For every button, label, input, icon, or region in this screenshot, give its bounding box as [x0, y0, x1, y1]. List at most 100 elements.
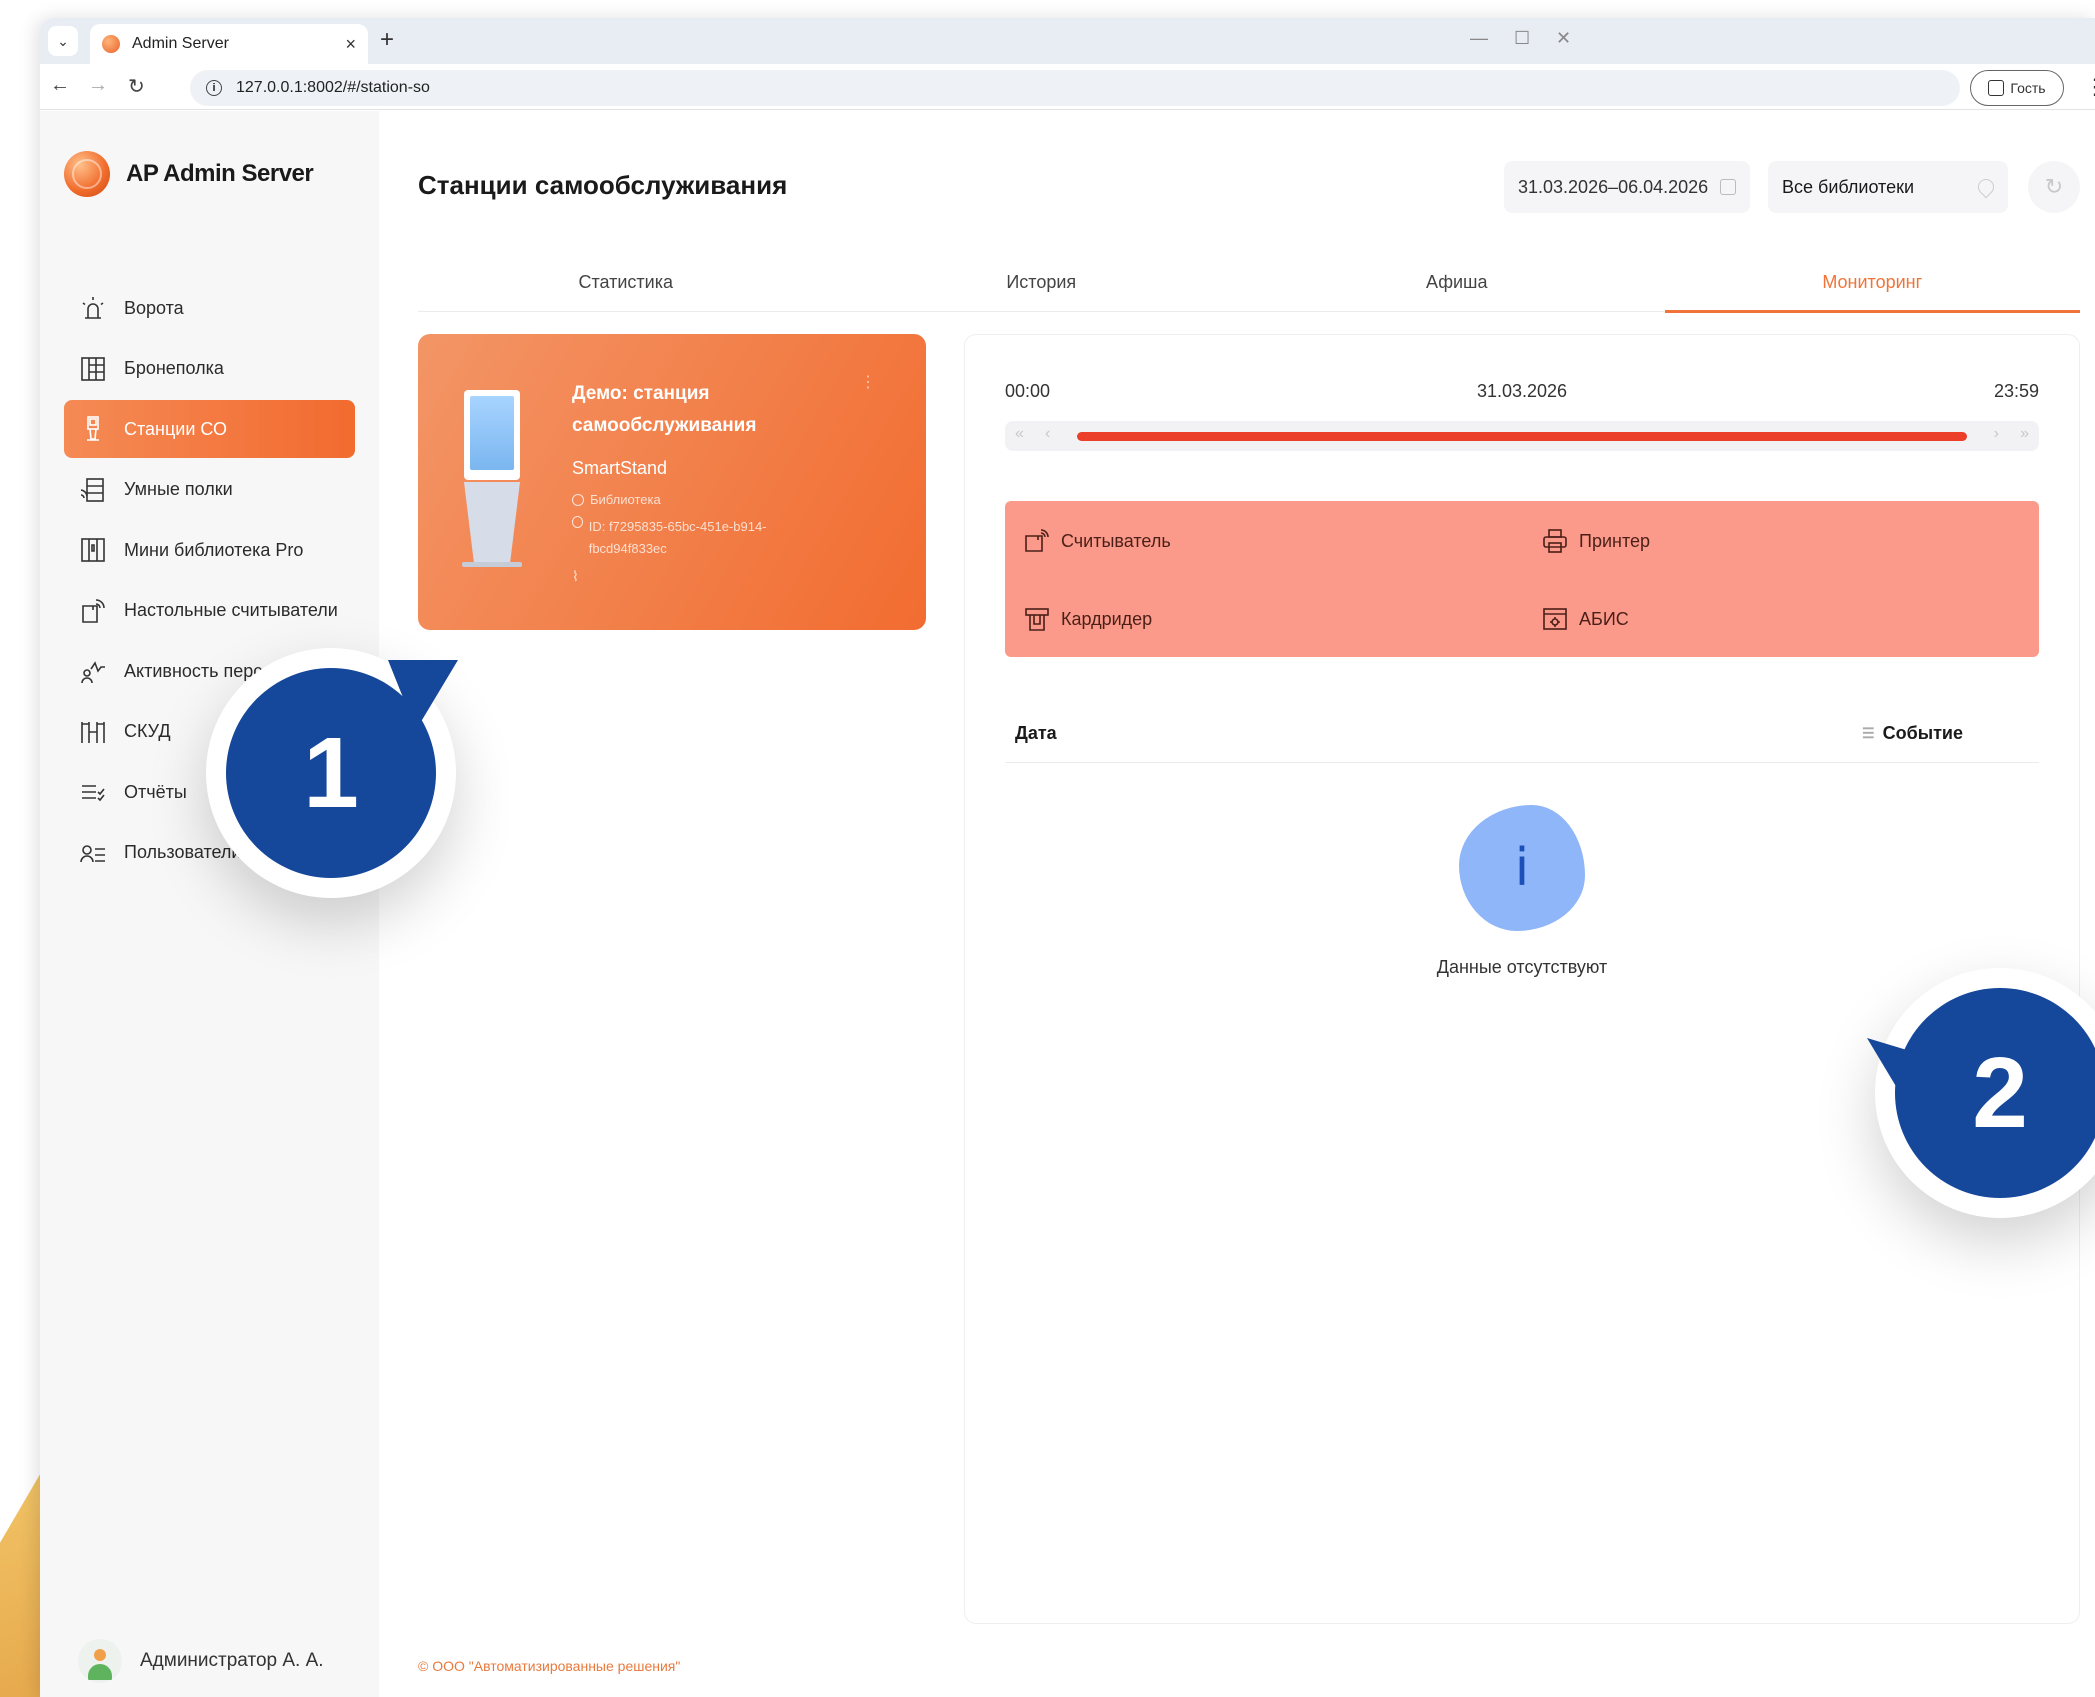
browser-tab-title: Admin Server [132, 35, 229, 52]
library-select[interactable]: Все библиотеки [1768, 161, 2008, 213]
cardreader-icon [1025, 608, 1049, 631]
forward-icon[interactable]: → [88, 74, 108, 97]
user-name: Администратор А. А. [140, 1650, 324, 1671]
station-card[interactable]: ⋮ Демо: станция самообслуживания SmartSt… [418, 334, 926, 630]
date-range-picker[interactable]: 31.03.2026–06.04.2026 [1504, 161, 1750, 213]
maximize-icon[interactable]: ☐ [1514, 28, 1530, 49]
kiosk-illustration [462, 390, 522, 570]
close-icon[interactable]: × [345, 34, 356, 55]
browser-tabstrip: ⌄ Admin Server × + — ☐ ✕ [40, 18, 2095, 64]
sidebar-item-label: Бронеполка [124, 358, 224, 378]
staff-activity-icon [78, 656, 108, 686]
station-model: SmartStand [572, 458, 668, 478]
sidebar-item-label: Станции СО [124, 418, 228, 439]
gate-light-icon [78, 293, 108, 323]
column-event[interactable]: ☰ Событие [1862, 723, 1963, 744]
station-library: Библиотека [572, 492, 661, 507]
device-label: Принтер [1579, 530, 1651, 551]
sidebar-item-label: Пользователи [124, 842, 242, 862]
browser-toolbar: ← → ↻ i 127.0.0.1:8002/#/station-so Гост… [40, 64, 2095, 110]
column-event-label: Событие [1882, 723, 1963, 743]
filter-icon[interactable]: ☰ [1862, 725, 1875, 742]
calendar-icon [1720, 179, 1736, 195]
chevron-left-icon[interactable]: ‹ [1045, 425, 1050, 443]
sidebar-item-smart-shelves[interactable]: Умные полки [64, 461, 355, 519]
browser-tab[interactable]: Admin Server × [90, 24, 368, 64]
device-abis[interactable]: АБИС [1541, 605, 1629, 633]
date-range-value: 31.03.2026–06.04.2026 [1518, 176, 1709, 197]
sidebar-item-label: Ворота [124, 297, 184, 318]
station-id: ID: f7295835-65bc-451e-b914-fbcd94f833ec [572, 516, 812, 560]
monitoring-panel: 00:00 31.03.2026 23:59 « ‹ › » Считывате… [964, 334, 2080, 1624]
timeline-date: 31.03.2026 [1476, 381, 1568, 401]
device-reader[interactable]: Считыватель [1023, 527, 1171, 555]
smart-shelf-icon [78, 475, 108, 505]
user-profile[interactable]: Администратор А. А. [78, 1639, 324, 1683]
abis-icon [1543, 608, 1567, 630]
sidebar-item-lockers[interactable]: Бронеполка [64, 340, 355, 398]
site-info-icon[interactable]: i [206, 80, 222, 96]
refresh-button[interactable]: ↻ [2028, 161, 2080, 213]
timeline-track[interactable]: « ‹ › » [1005, 421, 2039, 451]
reload-icon[interactable]: ↻ [128, 74, 145, 99]
chevron-right-icon[interactable]: › [1994, 425, 1999, 443]
sidebar-item-mini-library[interactable]: Мини библиотека Pro [64, 521, 355, 579]
sidebar: AP Admin Server Ворота Бронеполка Станци… [40, 111, 379, 1697]
empty-state: i Данные отсутствуют [965, 805, 2079, 978]
info-icon: i [1459, 805, 1585, 931]
sidebar-item-gates[interactable]: Ворота [64, 279, 355, 337]
sidebar-item-stations[interactable]: Станции СО [64, 400, 355, 458]
tabs: Статистика История Афиша Мониторинг [418, 254, 2081, 313]
page-title: Станции самообслуживания [418, 170, 788, 200]
double-chevron-left-icon[interactable]: « [1015, 425, 1024, 443]
tab-poster[interactable]: Афиша [1249, 254, 1665, 311]
events-table-header: Дата ☰ Событие [1005, 703, 2039, 763]
address-bar[interactable]: i 127.0.0.1:8002/#/station-so [190, 70, 1960, 106]
tab-search-button[interactable]: ⌄ [48, 26, 78, 56]
guest-profile-button[interactable]: Гость [1970, 70, 2064, 106]
brand-logo-icon [64, 151, 110, 197]
locker-grid-icon [78, 354, 108, 384]
avatar [78, 1639, 122, 1683]
browser-menu-icon[interactable]: ⋮ [2084, 74, 2095, 100]
window-close-icon[interactable]: ✕ [1556, 28, 1571, 49]
station-id-text: ID: f7295835-65bc-451e-b914-fbcd94f833ec [588, 519, 767, 556]
station-library-text: Библиотека [590, 492, 661, 507]
device-label: Считыватель [1061, 530, 1171, 551]
minimize-icon[interactable]: — [1470, 28, 1488, 49]
device-label: Кардридер [1061, 608, 1153, 629]
chevron-down-icon: ⌄ [57, 32, 69, 49]
turnstile-icon [78, 717, 108, 747]
fingerprint-icon [572, 516, 583, 528]
sidebar-item-desktop-readers[interactable]: Настольные считыватели [64, 582, 355, 640]
sidebar-item-label: Отчёты [124, 781, 187, 802]
device-status-panel: Считыватель Принтер Кардридер АБИС [1005, 501, 2039, 657]
timeline-bar [1077, 432, 1967, 441]
tab-monitoring[interactable]: Мониторинг [1664, 254, 2081, 313]
location-pin-icon [1974, 175, 1998, 199]
reports-icon [78, 777, 108, 807]
brand-name: AP Admin Server [126, 160, 314, 187]
back-icon[interactable]: ← [50, 74, 70, 97]
favicon-icon [102, 35, 120, 53]
reader-icon [1025, 529, 1049, 552]
profile-icon [1988, 80, 2005, 96]
sidebar-item-label: Мини библиотека Pro [124, 539, 304, 560]
sidebar-item-label: Умные полки [124, 479, 233, 499]
mini-library-icon [78, 535, 108, 565]
location-icon [572, 493, 584, 506]
footer-copyright: © ООО "Автоматизированные решения" [418, 1658, 681, 1674]
tab-statistics[interactable]: Статистика [418, 254, 834, 311]
station-name: Демо: станция самообслуживания [572, 383, 757, 436]
sidebar-item-label: Настольные считыватели [124, 600, 338, 620]
more-icon[interactable]: ⋮ [860, 372, 876, 392]
device-label: АБИС [1579, 608, 1629, 629]
column-date[interactable]: Дата [1015, 723, 1057, 744]
kiosk-icon [78, 414, 108, 444]
tab-history[interactable]: История [834, 254, 1250, 311]
brand[interactable]: AP Admin Server [64, 151, 314, 197]
double-chevron-right-icon[interactable]: » [2020, 425, 2029, 443]
device-cardreader[interactable]: Кардридер [1023, 605, 1152, 633]
new-tab-button[interactable]: + [380, 26, 394, 54]
device-printer[interactable]: Принтер [1541, 527, 1650, 555]
